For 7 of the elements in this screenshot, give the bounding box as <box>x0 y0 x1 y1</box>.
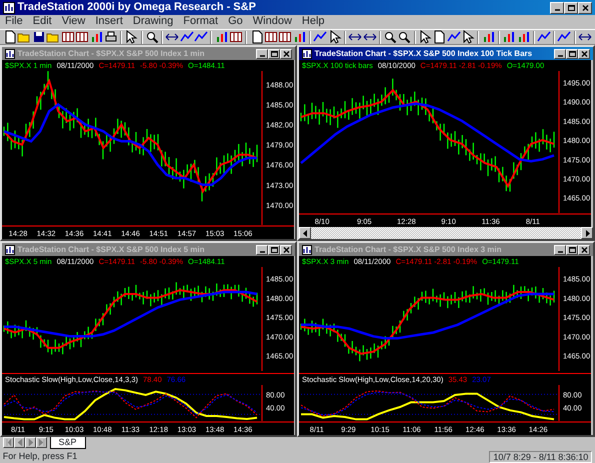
status-datetime: 10/7 8:29 - 8/11 8:36:10 <box>489 450 592 462</box>
window-title: TradeStation Chart - $SPX.X S&P 500 Index 100 Tick Bars <box>314 48 532 58</box>
window-title: TradeStation Chart - $SPX.X S&P 500 Index 5 min <box>18 244 205 254</box>
status-text: For Help, press F1 <box>2 451 78 462</box>
window-title: TradeStation Chart - $SPX.X S&P 500 Index 1 min <box>18 48 205 58</box>
window-title: TradeStation Chart - $SPX.X S&P 500 Index 3 min <box>314 244 502 254</box>
window-title: TradeStation 2000i by Omega Research - S&P <box>18 0 256 14</box>
